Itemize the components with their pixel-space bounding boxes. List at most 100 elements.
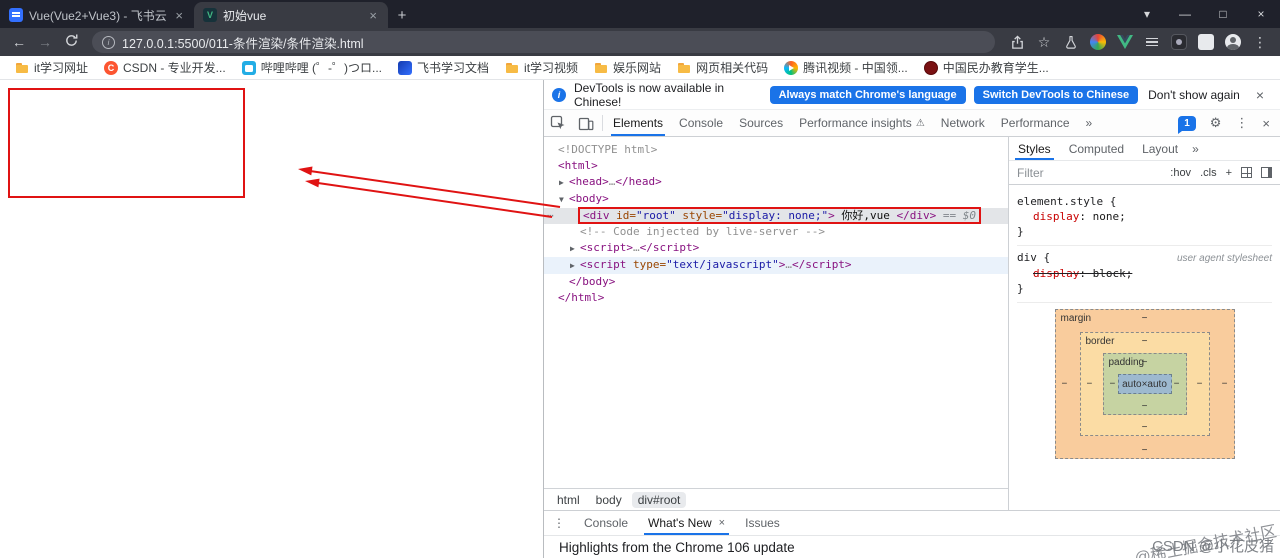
bookmark-star-icon[interactable]: ☆ bbox=[1036, 34, 1052, 50]
bookmark-item[interactable]: 腾讯视频 - 中国领... bbox=[777, 57, 915, 78]
border-top-value[interactable]: − bbox=[1142, 336, 1148, 347]
switch-to-chinese-button[interactable]: Switch DevTools to Chinese bbox=[973, 85, 1139, 104]
drawer-tab-console[interactable]: Console bbox=[574, 511, 638, 535]
dom-tree-row[interactable]: ▼ <body> bbox=[544, 191, 1008, 208]
tab-close-icon[interactable]: × bbox=[173, 8, 185, 23]
devtools-menu-icon[interactable]: ⋮ bbox=[1229, 115, 1254, 131]
dom-tree-row[interactable]: ▶ <script type="text/javascript">…</scrip… bbox=[544, 257, 1008, 274]
border-bottom-value[interactable]: − bbox=[1142, 422, 1148, 433]
devtools-tab-network[interactable]: Network bbox=[933, 110, 993, 136]
more-sidebar-tabs-icon[interactable]: » bbox=[1187, 142, 1204, 156]
reload-button[interactable] bbox=[58, 33, 84, 51]
share-icon[interactable] bbox=[1009, 34, 1025, 50]
browser-menu-icon[interactable]: ⋮ bbox=[1252, 34, 1268, 50]
rule-selector[interactable]: div { bbox=[1017, 250, 1050, 265]
filter-input[interactable]: Filter bbox=[1017, 166, 1161, 180]
padding-right-value[interactable]: − bbox=[1174, 379, 1180, 390]
expander-icon[interactable]: ▶ bbox=[570, 241, 580, 257]
bookmark-item[interactable]: it学习网址 bbox=[8, 57, 95, 78]
reader-extension-icon[interactable] bbox=[1144, 34, 1160, 50]
devtools-tab-console[interactable]: Console bbox=[671, 110, 731, 136]
dom-tree-row[interactable]: </html> bbox=[544, 290, 1008, 306]
devtools-tab-sources[interactable]: Sources bbox=[731, 110, 791, 136]
sidebar-tab-styles[interactable]: Styles bbox=[1009, 137, 1060, 160]
margin-left-value[interactable]: − bbox=[1062, 379, 1068, 390]
bookmark-item[interactable]: CSDN - 专业开发... bbox=[97, 57, 233, 78]
breadcrumb-item-body[interactable]: body bbox=[590, 492, 628, 508]
settings-gear-icon[interactable]: ⚙ bbox=[1204, 115, 1228, 131]
address-bar[interactable]: i 127.0.0.1:5500/011-条件渲染/条件渲染.html bbox=[92, 31, 995, 53]
padding-top-value[interactable]: − bbox=[1142, 357, 1148, 368]
breadcrumb-item-div-root[interactable]: div#root bbox=[631, 491, 687, 508]
css-declaration[interactable]: display: block; bbox=[1017, 266, 1272, 281]
padding-left-value[interactable]: − bbox=[1110, 379, 1116, 390]
vue-devtools-icon[interactable] bbox=[1117, 34, 1133, 50]
devtools-tab-performance-insights[interactable]: Performance insights ⚠ bbox=[791, 110, 933, 136]
grid-overlay-icon[interactable] bbox=[1241, 167, 1252, 178]
box-model-border[interactable]: border − − − − padding − − − − auto×auto bbox=[1079, 332, 1210, 436]
bookmark-item[interactable]: 飞书学习文档 bbox=[391, 57, 496, 78]
border-right-value[interactable]: − bbox=[1197, 379, 1203, 390]
drawer-tab-issues[interactable]: Issues bbox=[735, 511, 790, 535]
extension-icon-light[interactable] bbox=[1198, 34, 1214, 50]
expander-icon[interactable]: ▶ bbox=[570, 258, 580, 274]
box-model-margin[interactable]: margin − − − − border − − − − padding − … bbox=[1054, 309, 1235, 459]
dom-tree-row[interactable]: <!DOCTYPE html> bbox=[544, 142, 1008, 158]
extension-icon-dark[interactable] bbox=[1171, 34, 1187, 50]
bookmark-item[interactable]: it学习视频 bbox=[498, 57, 585, 78]
back-button[interactable]: ← bbox=[6, 34, 32, 50]
drawer-menu-icon[interactable]: ⋮ bbox=[544, 516, 574, 530]
devtools-close-icon[interactable]: × bbox=[1256, 116, 1276, 131]
dom-tree-row[interactable]: </body> bbox=[544, 274, 1008, 290]
border-left-value[interactable]: − bbox=[1087, 379, 1093, 390]
forward-button[interactable]: → bbox=[32, 34, 58, 50]
breadcrumb-item-html[interactable]: html bbox=[551, 492, 586, 508]
devtools-tab-performance[interactable]: Performance bbox=[993, 110, 1078, 136]
margin-bottom-value[interactable]: − bbox=[1142, 445, 1148, 456]
dom-tree-row[interactable]: ⋯ <div id="root" style="display: none;"> … bbox=[544, 207, 1008, 224]
bookmark-item[interactable]: 娱乐网站 bbox=[587, 57, 668, 78]
expander-icon[interactable]: ▼ bbox=[559, 192, 569, 208]
new-style-rule-button[interactable]: + bbox=[1226, 167, 1232, 179]
drawer-tab-what-s-new[interactable]: What's New × bbox=[638, 511, 735, 535]
class-toggle[interactable]: .cls bbox=[1200, 167, 1217, 179]
padding-bottom-value[interactable]: − bbox=[1142, 401, 1148, 412]
sidebar-tab-layout[interactable]: Layout bbox=[1133, 137, 1187, 160]
notification-close-icon[interactable]: × bbox=[1248, 87, 1272, 103]
sidebar-tab-computed[interactable]: Computed bbox=[1060, 137, 1133, 160]
expander-icon[interactable]: ▶ bbox=[559, 175, 569, 191]
margin-right-value[interactable]: − bbox=[1222, 379, 1228, 390]
bookmark-item[interactable]: 中国民办教育学生... bbox=[917, 57, 1056, 78]
devtools-tab-elements[interactable]: Elements bbox=[605, 110, 671, 136]
browser-tab-feishu[interactable]: Vue(Vue2+Vue3) - 飞书云文档 × bbox=[0, 2, 194, 28]
close-icon[interactable]: × bbox=[719, 517, 725, 529]
site-info-icon[interactable]: i bbox=[102, 35, 115, 49]
maximize-button[interactable]: □ bbox=[1204, 7, 1242, 21]
dont-show-again-button[interactable]: Don't show again bbox=[1148, 88, 1240, 102]
css-declaration[interactable]: display: none; bbox=[1017, 209, 1272, 224]
match-language-button[interactable]: Always match Chrome's language bbox=[769, 85, 966, 104]
profile-avatar-icon[interactable] bbox=[1225, 34, 1241, 50]
panel-layout-icon[interactable] bbox=[1261, 167, 1272, 178]
row-menu-icon[interactable]: ⋯ bbox=[547, 208, 554, 224]
bookmark-item[interactable]: 哔哩哔哩 (゜-゜)つロ... bbox=[235, 57, 389, 78]
minimize-button[interactable]: — bbox=[1166, 7, 1204, 21]
box-model-padding[interactable]: padding − − − − auto×auto bbox=[1102, 353, 1187, 415]
more-panels-icon[interactable]: » bbox=[1078, 110, 1101, 136]
bookmark-item[interactable]: 网页相关代码 bbox=[670, 57, 775, 78]
tab-search-icon[interactable]: ▾ bbox=[1128, 7, 1166, 21]
experiments-flask-icon[interactable] bbox=[1063, 34, 1079, 50]
rule-selector[interactable]: element.style { bbox=[1017, 194, 1116, 209]
device-toolbar-icon[interactable] bbox=[572, 115, 600, 131]
dom-tree-row[interactable]: <html> bbox=[544, 158, 1008, 174]
dom-tree-row[interactable]: ▶ <script>…</script> bbox=[544, 240, 1008, 257]
dom-tree-row[interactable]: <!-- Code injected by live-server --> bbox=[544, 224, 1008, 240]
window-close-button[interactable]: × bbox=[1242, 7, 1280, 21]
dom-tree-row[interactable]: ▶ <head>…</head> bbox=[544, 174, 1008, 191]
pseudo-state-toggle[interactable]: :hov bbox=[1170, 167, 1191, 179]
box-model-content[interactable]: auto×auto bbox=[1117, 374, 1172, 394]
console-drawer-badge[interactable]: 1 bbox=[1178, 115, 1196, 134]
margin-top-value[interactable]: − bbox=[1142, 313, 1148, 324]
tab-close-icon[interactable]: × bbox=[367, 8, 379, 23]
browser-tab-vue[interactable]: 初始vue × bbox=[194, 2, 388, 28]
